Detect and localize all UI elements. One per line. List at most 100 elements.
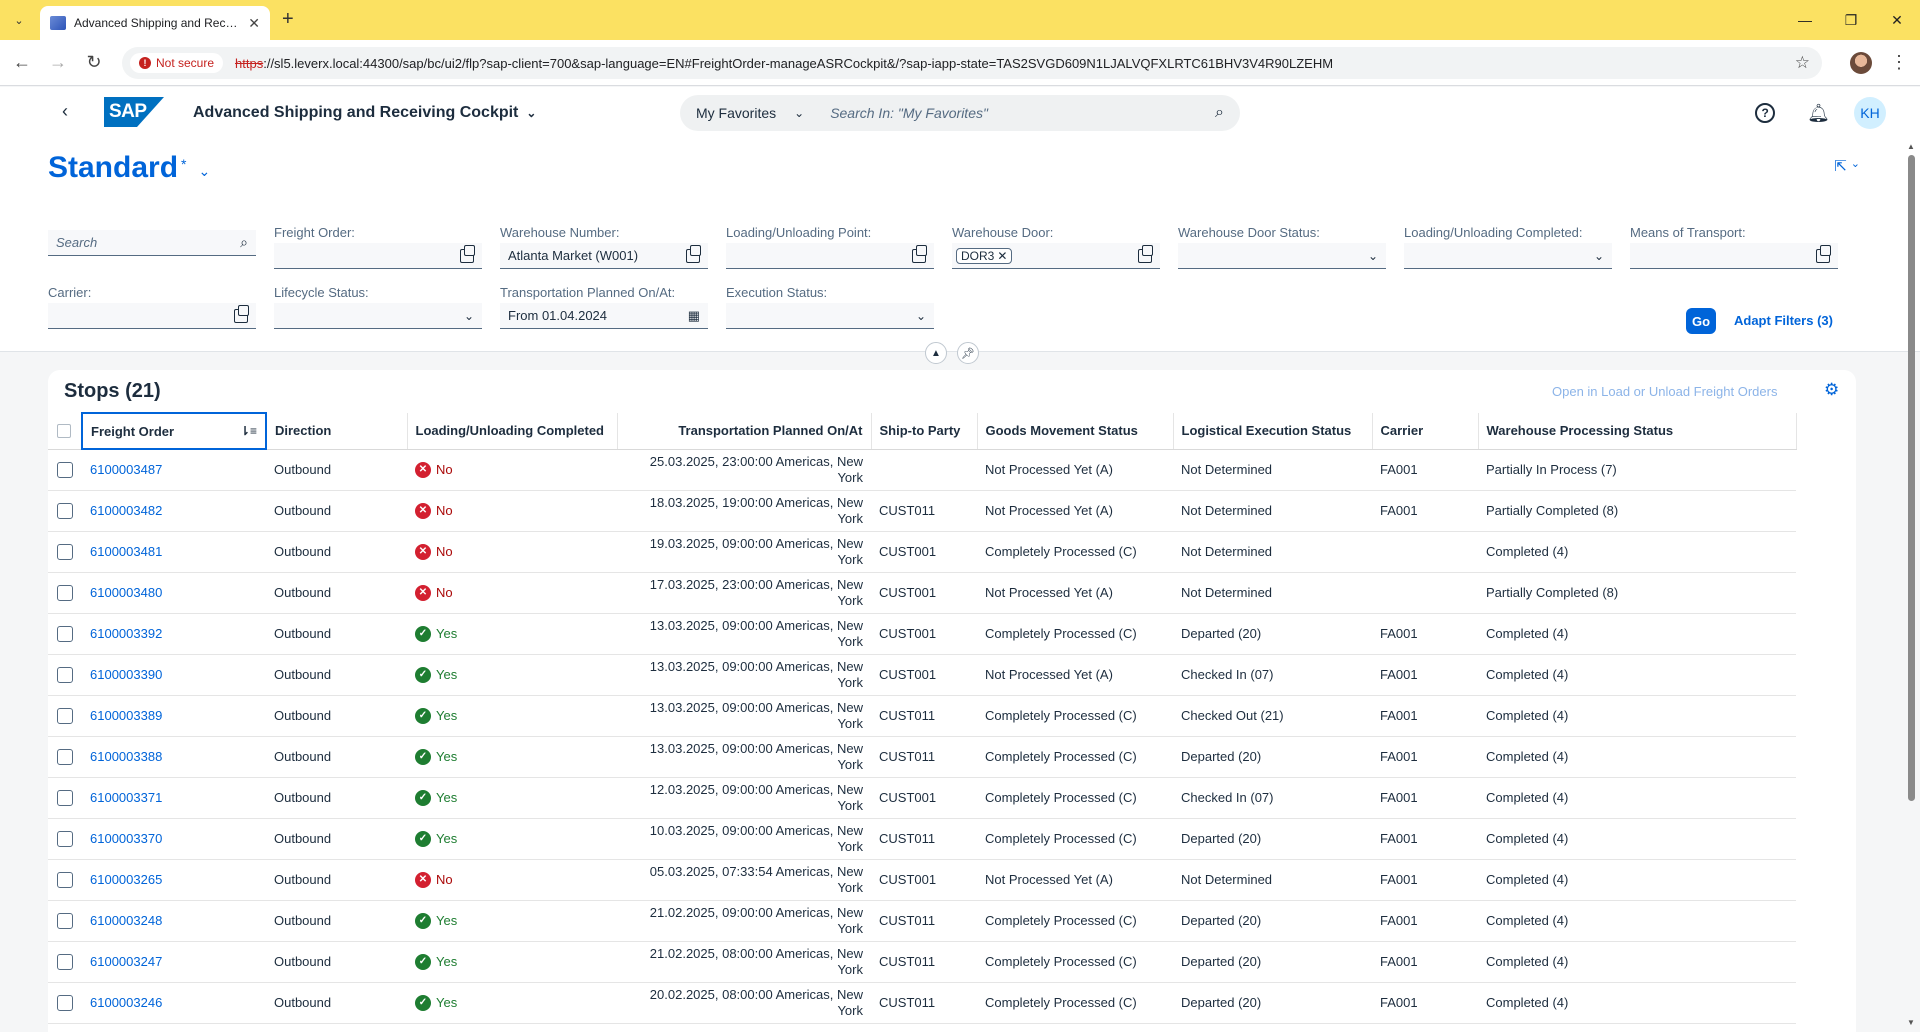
close-window-icon[interactable]: ✕ [1874,0,1920,40]
means-of-transport-input[interactable] [1630,243,1838,269]
security-badge[interactable]: ! Not secure [130,53,224,73]
restore-icon[interactable]: ❐ [1828,0,1874,40]
row-checkbox[interactable] [57,543,73,560]
adapt-filters-button[interactable]: Adapt Filters (3) [1734,313,1833,328]
value-help-icon[interactable] [1816,244,1831,263]
user-avatar[interactable]: KH [1854,97,1886,129]
help-icon[interactable]: ? [1755,103,1776,123]
row-select-cell[interactable] [48,777,82,819]
share-button[interactable]: ⇱ ⌄ [1834,157,1860,175]
table-row[interactable]: 6100003389 Outbound ✓ Yes 13.03.2025, 09:00:… [48,695,1796,737]
table-row[interactable]: 6100003371 Outbound ✓ Yes 12.03.2025, 09:00:… [48,777,1796,819]
loading-point-input[interactable] [726,243,934,269]
freight-order-link[interactable]: 6100003390 [90,667,162,682]
row-checkbox[interactable] [57,461,73,478]
address-bar[interactable]: ! Not secure https://sl5.leverx.local:44… [122,47,1822,79]
row-checkbox[interactable] [57,748,73,765]
row-checkbox[interactable] [57,584,73,601]
carrier-input[interactable] [48,303,256,329]
column-header-warehouse-processing[interactable]: Warehouse Processing Status [1478,413,1797,450]
row-select-cell[interactable] [48,531,82,573]
token-remove-icon[interactable]: ✕ [997,249,1007,263]
shell-back-icon[interactable]: ‹ [62,101,68,122]
freight-order-link[interactable]: 6100003371 [90,790,162,805]
chevron-down-icon[interactable]: ⌄ [464,309,474,323]
minimize-icon[interactable]: — [1782,0,1828,40]
browser-tab[interactable]: Advanced Shipping and Receiving Cockpit … [40,6,270,40]
column-header-freight-order[interactable]: Freight Order ⇂≡ [81,412,267,450]
table-row[interactable]: 6100003246 Outbound ✓ Yes 20.02.2025, 08:00:… [48,982,1796,1024]
pin-header-icon[interactable]: 📌︎ [957,342,979,364]
value-help-icon[interactable] [234,304,249,323]
freight-order-input[interactable] [274,243,482,269]
browser-menu-icon[interactable]: ⋮ [1890,52,1908,73]
table-row[interactable]: 6100003370 Outbound ✓ Yes 10.03.2025, 09:00:… [48,818,1796,860]
search-input[interactable]: Search In: "My Favorites" [818,105,1215,121]
calendar-icon[interactable]: ▦ [688,308,700,324]
table-row[interactable]: 6100003481 Outbound ✕ No 19.03.2025, 09:00:0… [48,531,1796,573]
table-row[interactable]: 6100003392 Outbound ✓ Yes 13.03.2025, 09:00:… [48,613,1796,655]
sap-logo[interactable]: SAP [104,97,164,127]
search-scope-select[interactable]: My Favorites ⌄ [680,105,818,121]
value-help-icon[interactable] [912,244,927,263]
row-select-cell[interactable] [48,572,82,614]
warehouse-door-status-select[interactable]: ⌄ [1178,243,1386,269]
table-row[interactable]: 6100003247 Outbound ✓ Yes 21.02.2025, 08:00:… [48,941,1796,983]
lifecycle-status-select[interactable]: ⌄ [274,303,482,329]
row-select-cell[interactable] [48,941,82,983]
row-checkbox[interactable] [57,707,73,724]
row-checkbox[interactable] [57,666,73,683]
row-checkbox[interactable] [57,830,73,847]
column-header-loading-completed[interactable]: Loading/Unloading Completed [407,413,618,450]
row-select-cell[interactable] [48,654,82,696]
row-select-cell[interactable] [48,490,82,532]
app-title-menu[interactable]: Advanced Shipping and Receiving Cockpit … [193,104,536,122]
column-header-logistical-execution[interactable]: Logistical Execution Status [1173,413,1373,450]
value-help-icon[interactable] [686,244,701,263]
row-checkbox[interactable] [57,625,73,642]
row-select-cell[interactable] [48,859,82,901]
row-checkbox[interactable] [57,789,73,806]
table-row[interactable]: 6100003248 Outbound ✓ Yes 21.02.2025, 09:00:… [48,900,1796,942]
column-header-transport-planned[interactable]: Transportation Planned On/At [617,413,872,450]
row-select-cell[interactable] [48,695,82,737]
freight-order-link[interactable]: 6100003481 [90,544,162,559]
chevron-down-icon[interactable]: ⌄ [1368,249,1378,263]
go-button[interactable]: Go [1686,308,1716,334]
filter-search-input[interactable]: Search ⌕ [48,230,256,256]
page-scrollbar-thumb[interactable] [1908,155,1915,801]
row-select-cell[interactable] [48,736,82,778]
transport-planned-input[interactable]: From 01.04.2024 ▦ [500,303,708,329]
freight-order-link[interactable]: 6100003392 [90,626,162,641]
forward-arrow-icon[interactable]: → [46,52,70,73]
notifications-bell-icon[interactable]: 🔔︎ [1807,103,1830,124]
search-icon[interactable]: ⌕ [1215,104,1240,122]
variant-management[interactable]: Standard * ⌄ [48,151,210,185]
freight-order-link[interactable]: 6100003482 [90,503,162,518]
open-load-unload-button[interactable]: Open in Load or Unload Freight Orders [1552,384,1777,399]
column-header-ship-to[interactable]: Ship-to Party [871,413,978,450]
freight-order-link[interactable]: 6100003247 [90,954,162,969]
row-select-cell[interactable] [48,900,82,942]
freight-order-link[interactable]: 6100003487 [90,462,162,477]
table-row[interactable]: 6100003388 Outbound ✓ Yes 13.03.2025, 09:00:… [48,736,1796,778]
tab-close-icon[interactable]: ✕ [248,15,260,32]
back-arrow-icon[interactable]: ← [10,52,34,73]
search-icon[interactable]: ⌕ [240,234,248,251]
table-row[interactable]: 6100003482 Outbound ✕ No 18.03.2025, 19:00:0… [48,490,1796,532]
select-all-checkbox[interactable] [57,423,71,438]
chevron-down-icon[interactable]: ⌄ [916,309,926,323]
table-settings-gear-icon[interactable]: ⚙ [1824,380,1839,400]
table-row[interactable]: 6100003390 Outbound ✓ Yes 13.03.2025, 09:00:… [48,654,1796,696]
table-row[interactable]: 6100003480 Outbound ✕ No 17.03.2025, 23:00:0… [48,572,1796,614]
column-header-direction[interactable]: Direction [266,413,408,450]
warehouse-door-token[interactable]: DOR3 ✕ [956,247,1013,264]
freight-order-link[interactable]: 6100003265 [90,872,162,887]
tab-search-chevron-icon[interactable]: ⌄ [6,8,32,32]
freight-order-link[interactable]: 6100003246 [90,995,162,1010]
column-header-carrier[interactable]: Carrier [1372,413,1479,450]
row-select-cell[interactable] [48,982,82,1024]
profile-avatar[interactable] [1850,52,1872,74]
table-row[interactable]: 6100003487 Outbound ✕ No 25.03.2025, 23:00:0… [48,449,1796,491]
row-checkbox[interactable] [57,502,73,519]
